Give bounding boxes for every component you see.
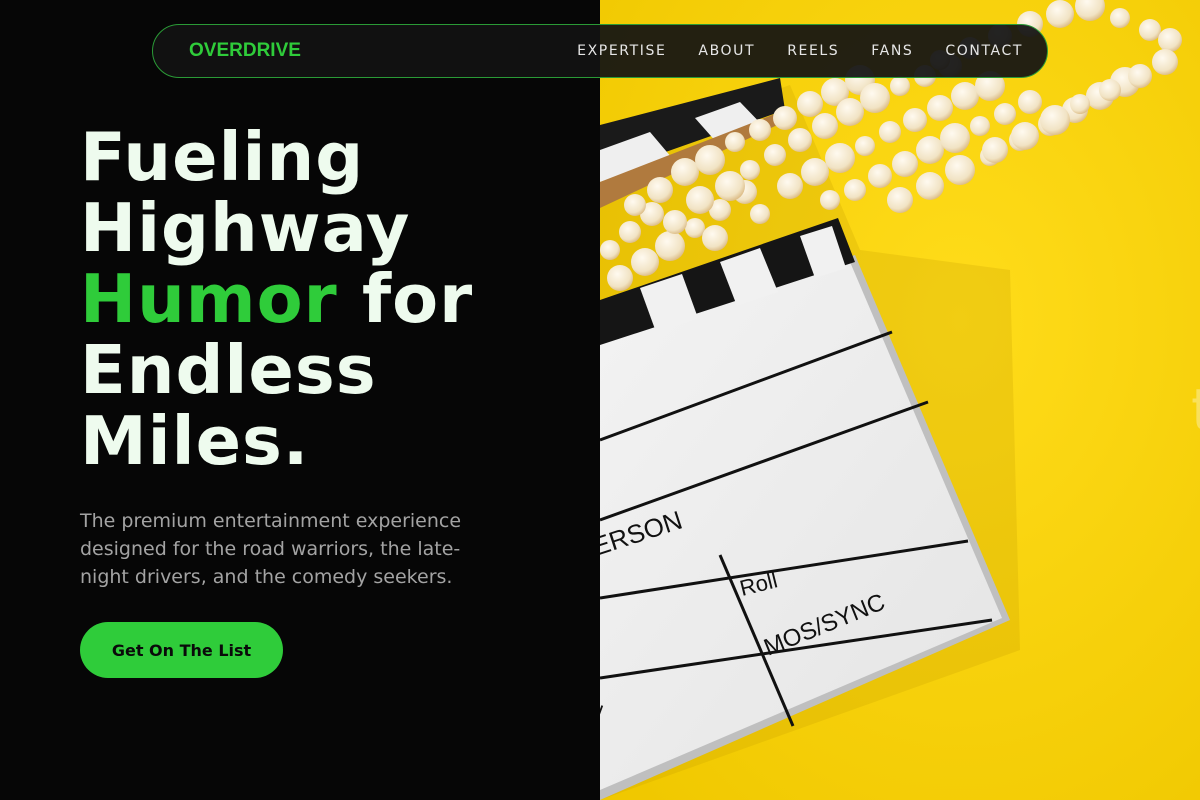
headline-accent-word: Humor: [80, 260, 338, 338]
popcorn-kernel: [1018, 90, 1042, 114]
headline-line-3-rest: for: [337, 260, 474, 338]
popcorn-kernel: [1046, 0, 1074, 28]
popcorn-kernel: [740, 160, 760, 180]
popcorn-kernel: [777, 173, 803, 199]
popcorn-kernel: [1158, 28, 1182, 52]
popcorn-kernel: [631, 248, 659, 276]
popcorn-kernel: [1099, 79, 1121, 101]
popcorn-kernel: [951, 82, 979, 110]
popcorn-kernel: [671, 158, 699, 186]
popcorn-kernel: [844, 179, 866, 201]
headline-line-4: Endless: [80, 331, 377, 409]
popcorn-kernel: [773, 106, 797, 130]
popcorn-kernel: [686, 186, 714, 214]
popcorn-kernel: [916, 136, 944, 164]
popcorn-kernel: [797, 91, 823, 117]
clapperboard-popcorn-illustration: ERSON Roll MOS/SYNC E: [600, 0, 1200, 800]
popcorn-kernel: [945, 155, 975, 185]
popcorn-kernel: [970, 116, 990, 136]
popcorn-kernel: [982, 137, 1008, 163]
popcorn-kernel: [663, 210, 687, 234]
top-nav: OVERDRIVE EXPERTISE ABOUT REELS FANS CON…: [152, 24, 1048, 78]
popcorn-kernel: [600, 240, 620, 260]
popcorn-kernel: [647, 177, 673, 203]
popcorn-kernel: [887, 187, 913, 213]
popcorn-kernel: [927, 95, 953, 121]
popcorn-kernel: [801, 158, 829, 186]
brand-logo[interactable]: OVERDRIVE: [189, 25, 301, 77]
popcorn-kernel: [868, 164, 892, 188]
nav-link-about[interactable]: ABOUT: [698, 43, 755, 59]
get-on-the-list-button[interactable]: Get On The List: [80, 622, 283, 678]
popcorn-kernel: [715, 171, 745, 201]
popcorn-kernel: [655, 231, 685, 261]
popcorn-kernel: [695, 145, 725, 175]
popcorn-kernel: [860, 83, 890, 113]
popcorn-kernel: [685, 218, 705, 238]
nav-link-fans[interactable]: FANS: [871, 43, 913, 59]
popcorn-kernel: [1152, 49, 1178, 75]
popcorn-kernel: [903, 108, 927, 132]
popcorn-kernel: [836, 98, 864, 126]
popcorn-kernel: [702, 225, 728, 251]
popcorn-kernel: [619, 221, 641, 243]
popcorn-kernel: [820, 190, 840, 210]
popcorn-kernel: [749, 119, 771, 141]
popcorn-kernel: [764, 144, 786, 166]
popcorn-kernel: [1128, 64, 1152, 88]
hero-subtitle: The premium entertainment experience des…: [80, 510, 462, 588]
popcorn-kernel: [1139, 19, 1161, 41]
popcorn-kernel: [750, 204, 770, 224]
popcorn-kernel: [788, 128, 812, 152]
popcorn-kernel: [1110, 8, 1130, 28]
popcorn-kernel: [890, 76, 910, 96]
popcorn-kernel: [624, 194, 646, 216]
headline-line-2: Highway: [80, 189, 411, 267]
nav-link-contact[interactable]: CONTACT: [945, 43, 1023, 59]
headline-line-3: Humor for: [80, 264, 580, 335]
hero-headline: Fueling Highway Humor for Endless Miles.: [80, 122, 580, 477]
headline-line-5: Miles.: [80, 402, 310, 480]
nav-links: EXPERTISE ABOUT REELS FANS CONTACT: [545, 25, 1023, 77]
headline-line-1: Fueling: [80, 118, 365, 196]
popcorn-kernel: [825, 143, 855, 173]
hero-image: ERSON Roll MOS/SYNC E truckercomedy.com: [600, 0, 1200, 800]
popcorn-kernel: [892, 151, 918, 177]
popcorn-kernel: [1040, 105, 1070, 135]
popcorn-kernel: [879, 121, 901, 143]
watermark: truckercomedy.com: [1191, 376, 1200, 444]
popcorn-kernel: [916, 172, 944, 200]
nav-link-expertise[interactable]: EXPERTISE: [577, 43, 666, 59]
popcorn-kernel: [725, 132, 745, 152]
nav-link-reels[interactable]: REELS: [787, 43, 839, 59]
popcorn-kernel: [607, 265, 633, 291]
popcorn-kernel: [1011, 122, 1039, 150]
popcorn-kernel: [1070, 94, 1090, 114]
popcorn-kernel: [994, 103, 1016, 125]
popcorn-kernel: [940, 123, 970, 153]
popcorn-kernel: [812, 113, 838, 139]
popcorn-kernel: [855, 136, 875, 156]
hero-section: Fueling Highway Humor for Endless Miles.…: [0, 0, 600, 800]
